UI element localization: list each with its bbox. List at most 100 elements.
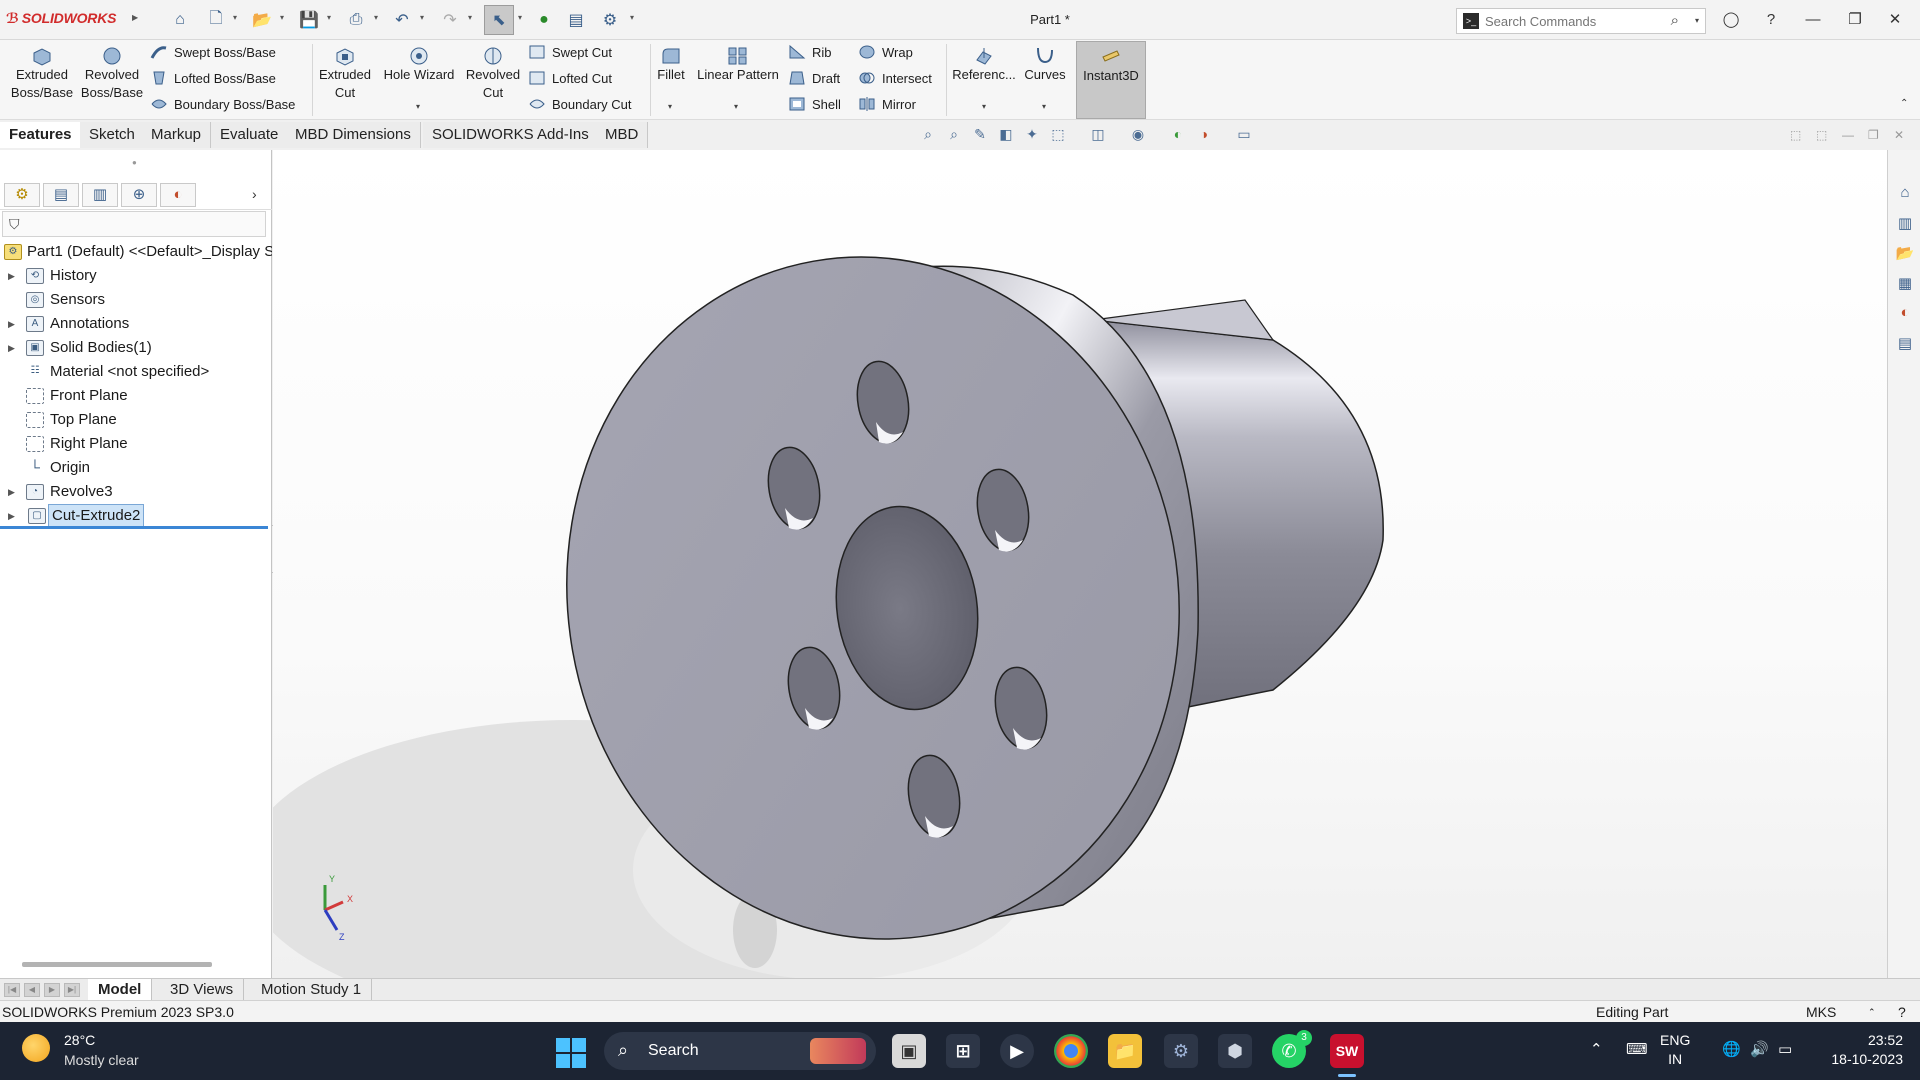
account-icon[interactable]: ◯ bbox=[1718, 8, 1744, 32]
tab-features[interactable]: Features bbox=[0, 122, 82, 148]
lofted-boss-button[interactable]: Lofted Boss/Base bbox=[150, 68, 276, 90]
task-view-icon[interactable]: ▣ bbox=[892, 1034, 926, 1068]
media-player-icon[interactable]: ▶ bbox=[1000, 1034, 1034, 1068]
select-dropdown-icon[interactable]: ▾ bbox=[518, 13, 522, 22]
apply-scene-icon[interactable]: ◑ bbox=[1194, 126, 1214, 146]
home-icon[interactable]: ⌂ bbox=[168, 8, 192, 32]
appearances-icon[interactable]: ◐ bbox=[1894, 304, 1916, 326]
collapse-ribbon-icon[interactable]: ⌃ bbox=[1900, 98, 1908, 109]
swept-boss-button[interactable]: Swept Boss/Base bbox=[150, 42, 276, 64]
property-manager-tab-icon[interactable]: ▤ bbox=[43, 183, 79, 207]
tab-motion-study-1[interactable]: Motion Study 1 bbox=[251, 979, 373, 1001]
select-cursor-icon[interactable]: ⬉ bbox=[484, 5, 514, 35]
volume-icon[interactable]: 🔊 bbox=[1750, 1040, 1769, 1058]
print-icon[interactable]: ⎙ bbox=[344, 8, 368, 32]
tree-item-material[interactable]: ☷ Material <not specified> bbox=[0, 360, 272, 384]
shell-button[interactable]: Shell bbox=[788, 94, 841, 116]
hole-wizard-button[interactable]: Hole Wizard bbox=[380, 44, 458, 84]
display-style-icon[interactable]: ◫ bbox=[1088, 126, 1108, 146]
save-icon[interactable]: 💾 bbox=[297, 8, 321, 32]
close-icon[interactable]: ✕ bbox=[1882, 8, 1908, 32]
lofted-cut-button[interactable]: Lofted Cut bbox=[528, 68, 612, 90]
tree-item-annotations[interactable]: ▶ A Annotations bbox=[0, 312, 272, 336]
unit-dropdown-icon[interactable]: ⌃ bbox=[1868, 1001, 1876, 1023]
hide-show-items-icon[interactable]: ◉ bbox=[1128, 126, 1148, 146]
view-settings-icon[interactable]: ▭ bbox=[1234, 126, 1254, 146]
more-tabs-arrow-icon[interactable]: › bbox=[252, 186, 257, 202]
tree-item-origin[interactable]: └ Origin bbox=[0, 456, 272, 480]
quick-tips-icon[interactable]: ? bbox=[1898, 1001, 1906, 1023]
swept-cut-button[interactable]: Swept Cut bbox=[528, 42, 612, 64]
tree-item-sensors[interactable]: ◎ Sensors bbox=[0, 288, 272, 312]
dynamic-annotation-icon[interactable]: ✦ bbox=[1022, 126, 1042, 146]
file-explorer-icon[interactable]: 📁 bbox=[1108, 1034, 1142, 1068]
revolved-cut-button[interactable]: Revolved Cut bbox=[462, 44, 524, 102]
undo-dropdown-icon[interactable]: ▾ bbox=[420, 13, 424, 22]
chrome-icon[interactable] bbox=[1054, 1034, 1088, 1068]
tab-evaluate[interactable]: Evaluate bbox=[211, 122, 289, 148]
linear-pattern-button[interactable]: Linear Pattern bbox=[692, 44, 784, 84]
tree-item-cut-extrude2[interactable]: ▶ ▢ Cut-Extrude2 bbox=[0, 504, 272, 528]
rebuild-icon[interactable]: ● bbox=[532, 8, 556, 32]
system-clock[interactable]: 23:52 18-10-2023 bbox=[1808, 1031, 1903, 1069]
search-commands-box[interactable]: >_ ⌕ ▾ bbox=[1456, 8, 1706, 34]
help-icon[interactable]: ? bbox=[1758, 8, 1784, 32]
search-dropdown-icon[interactable]: ▾ bbox=[1695, 16, 1699, 25]
reference-geometry-button[interactable]: Referenc... bbox=[950, 44, 1018, 84]
solidworks-resources-icon[interactable]: ⌂ bbox=[1894, 184, 1916, 206]
rib-button[interactable]: Rib bbox=[788, 42, 832, 64]
boundary-boss-button[interactable]: Boundary Boss/Base bbox=[150, 94, 295, 116]
tab-sketch[interactable]: Sketch bbox=[80, 122, 145, 148]
panel-splitter-dot[interactable]: ● bbox=[132, 158, 137, 167]
view-palette-icon[interactable]: ▦ bbox=[1894, 274, 1916, 296]
viewport-restore-icon[interactable]: ❐ bbox=[1868, 128, 1879, 142]
view-orientation-icon[interactable]: ⬚ bbox=[1048, 126, 1068, 146]
tab-mbd[interactable]: MBD bbox=[596, 122, 649, 148]
section-view-icon[interactable]: ◧ bbox=[996, 126, 1016, 146]
viewport-tile-icon[interactable]: ⬚ bbox=[1816, 128, 1827, 142]
search-commands-input[interactable] bbox=[1485, 12, 1655, 30]
tab-solidworks-addins[interactable]: SOLIDWORKS Add-Ins bbox=[423, 122, 599, 148]
open-dropdown-icon[interactable]: ▾ bbox=[280, 13, 284, 22]
design-library-icon[interactable]: ▥ bbox=[1894, 214, 1916, 236]
previous-view-icon[interactable]: ✎ bbox=[970, 126, 990, 146]
configuration-manager-tab-icon[interactable]: ▥ bbox=[82, 183, 118, 207]
file-explorer-icon[interactable]: 📂 bbox=[1894, 244, 1916, 266]
tree-root-part[interactable]: ⚙ Part1 (Default) <<Default>_Display S bbox=[0, 240, 272, 264]
tree-item-revolve3[interactable]: ▶ ◔ Revolve3 bbox=[0, 480, 272, 504]
solidworks-taskbar-icon[interactable]: SW bbox=[1330, 1034, 1364, 1068]
viewport-split-icon[interactable]: ⬚ bbox=[1790, 128, 1801, 142]
extruded-boss-button[interactable]: Extruded Boss/Base bbox=[8, 44, 76, 102]
tree-item-solid-bodies[interactable]: ▶ ▣ Solid Bodies(1) bbox=[0, 336, 272, 360]
last-tab-arrow-icon[interactable]: ▶| bbox=[64, 983, 80, 997]
edit-appearance-icon[interactable]: ◐ bbox=[1168, 126, 1188, 146]
expand-arrow-icon[interactable]: ▶ bbox=[8, 312, 15, 336]
boundary-cut-button[interactable]: Boundary Cut bbox=[528, 94, 632, 116]
settings-gear-icon[interactable]: ⚙ bbox=[1164, 1034, 1198, 1068]
next-tab-arrow-icon[interactable]: ▶ bbox=[44, 983, 60, 997]
unity-icon[interactable]: ⬢ bbox=[1218, 1034, 1252, 1068]
solidworks-logo[interactable]: ℬ SOLIDWORKS bbox=[6, 10, 116, 27]
show-hidden-icons-icon[interactable]: ⌃ bbox=[1590, 1040, 1603, 1058]
tab-markup[interactable]: Markup bbox=[142, 122, 212, 148]
feature-manager-tab-icon[interactable]: ⚙ bbox=[4, 183, 40, 207]
panel-horizontal-scrollbar[interactable] bbox=[22, 962, 212, 967]
viewport-minimize-icon[interactable]: — bbox=[1842, 128, 1854, 142]
hole-wizard-dropdown-icon[interactable]: ▾ bbox=[416, 102, 420, 111]
revolved-boss-button[interactable]: Revolved Boss/Base bbox=[78, 44, 146, 102]
reference-dropdown-icon[interactable]: ▾ bbox=[982, 102, 986, 111]
save-dropdown-icon[interactable]: ▾ bbox=[327, 13, 331, 22]
battery-icon[interactable]: ▭ bbox=[1778, 1040, 1792, 1058]
file-properties-icon[interactable]: ▤ bbox=[564, 8, 588, 32]
instant3d-button[interactable]: Instant3D bbox=[1076, 41, 1146, 119]
draft-button[interactable]: Draft bbox=[788, 68, 840, 90]
undo-icon[interactable]: ↶ bbox=[390, 8, 414, 32]
unit-system-button[interactable]: MKS bbox=[1806, 1001, 1836, 1023]
tree-item-top-plane[interactable]: Top Plane bbox=[0, 408, 272, 432]
viewport-close-icon[interactable]: ✕ bbox=[1894, 128, 1904, 142]
tree-item-right-plane[interactable]: Right Plane bbox=[0, 432, 272, 456]
zoom-to-area-icon[interactable]: ⌕ bbox=[944, 126, 964, 146]
fillet-dropdown-icon[interactable]: ▾ bbox=[668, 102, 672, 111]
redo-dropdown-icon[interactable]: ▾ bbox=[468, 13, 472, 22]
tree-item-front-plane[interactable]: Front Plane bbox=[0, 384, 272, 408]
